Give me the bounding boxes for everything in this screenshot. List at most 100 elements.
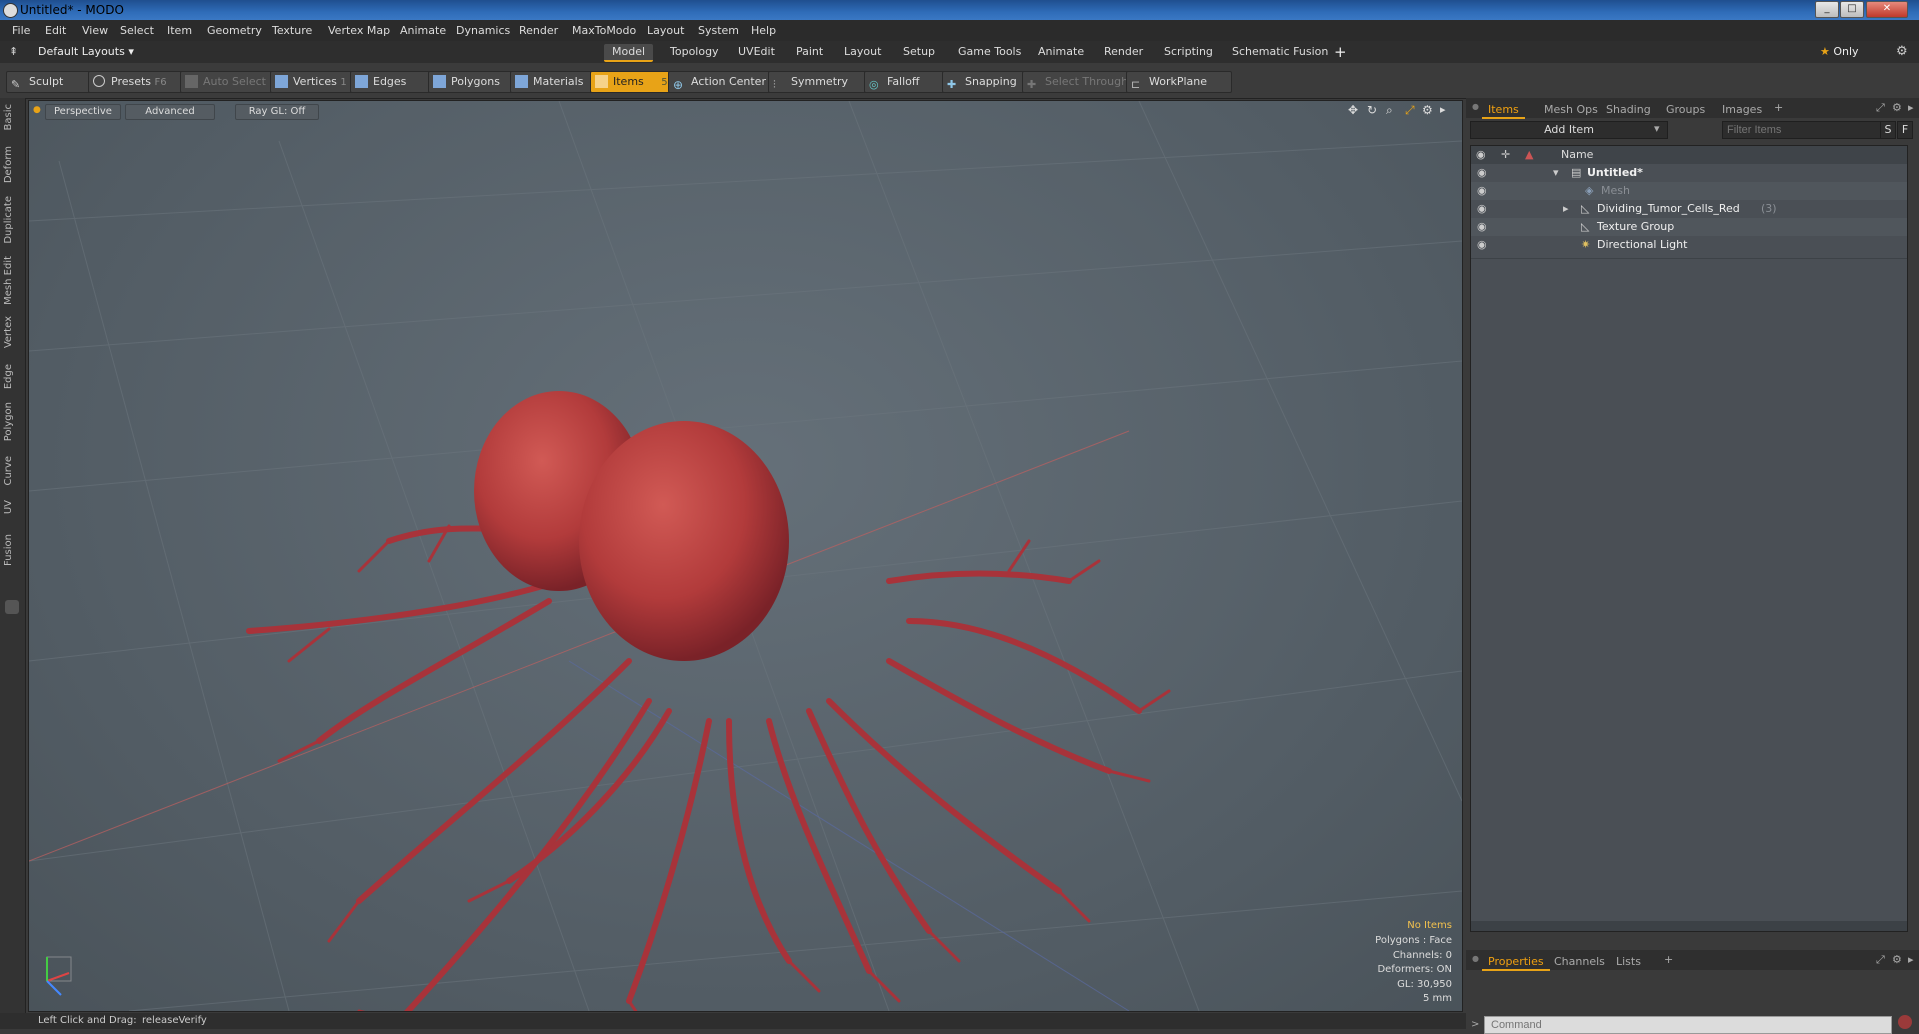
tab-model[interactable]: Model [604, 44, 654, 62]
vtab-vertex[interactable]: Vertex [3, 316, 21, 348]
list-item[interactable]: ◉ ◈ Mesh [1471, 182, 1907, 200]
panel-settings-icon[interactable]: ⚙ [1892, 101, 1902, 114]
filter-items-input[interactable] [1722, 121, 1882, 139]
menu-edit[interactable]: Edit [45, 24, 66, 37]
eye-icon[interactable]: ◉ [1477, 221, 1489, 233]
workplane-button[interactable]: ⊏ WorkPlane [1126, 71, 1232, 93]
maximize-button[interactable]: □ [1840, 1, 1864, 18]
vtab-uv[interactable]: UV [3, 500, 21, 514]
menu-file[interactable]: File [12, 24, 30, 37]
menu-geometry[interactable]: Geometry [207, 24, 262, 37]
toggle-panel-button[interactable] [5, 600, 19, 614]
vtab-duplicate[interactable]: Duplicate [3, 196, 21, 244]
menu-dynamics[interactable]: Dynamics [456, 24, 510, 37]
add-tab-button[interactable]: + [1334, 43, 1347, 61]
panel-arrow-icon[interactable]: ▸ [1908, 953, 1914, 966]
panel-menu-icon[interactable]: ● [1472, 954, 1479, 963]
tab-shading[interactable]: Shading [1600, 102, 1657, 117]
minimize-button[interactable]: _ [1815, 1, 1839, 18]
eye-icon[interactable]: ◉ [1477, 167, 1489, 179]
expand-arrow-icon[interactable]: ▾ [1553, 164, 1559, 182]
tab-lists[interactable]: Lists [1610, 954, 1647, 969]
viewport-settings-icon[interactable]: ⚙ [1422, 103, 1433, 117]
eye-icon[interactable]: ◉ [1477, 239, 1489, 251]
panel-settings-icon[interactable]: ⚙ [1892, 953, 1902, 966]
pan-icon[interactable]: ✥ [1348, 103, 1358, 117]
list-item[interactable]: ◉ ✷ Directional Light [1471, 236, 1907, 254]
tab-animate[interactable]: Animate [1030, 44, 1092, 60]
expand-panel-icon[interactable]: ⤢ [1876, 101, 1885, 115]
tab-uvedit[interactable]: UVEdit [730, 44, 783, 60]
visibility-column-icon[interactable]: ◉ [1476, 146, 1486, 164]
eye-icon[interactable]: ◉ [1477, 203, 1489, 215]
vtab-fusion[interactable]: Fusion [3, 534, 21, 566]
vtab-edge[interactable]: Edge [3, 364, 21, 389]
tab-schematic-fusion[interactable]: Schematic Fusion [1224, 44, 1336, 60]
tab-paint[interactable]: Paint [788, 44, 831, 60]
layout-toggle-icon[interactable]: ⇞ [9, 45, 18, 58]
add-item-dropdown[interactable]: Add Item [1470, 121, 1668, 139]
panel-arrow-icon[interactable]: ▸ [1908, 101, 1914, 114]
list-item[interactable]: ◉ ▸ ◺ Dividing_Tumor_Cells_Red (3) [1471, 200, 1907, 218]
vtab-curve[interactable]: Curve [3, 456, 21, 486]
filter-f-button[interactable]: F [1897, 121, 1913, 139]
fit-icon[interactable]: ⤢ [1405, 103, 1415, 118]
layout-dropdown[interactable]: Default Layouts ▾ [38, 45, 134, 58]
vtab-mesh-edit[interactable]: Mesh Edit [3, 256, 21, 305]
items-button[interactable]: Items 5 [590, 71, 680, 93]
expand-panel-icon[interactable]: ⤢ [1876, 953, 1885, 967]
eye-icon[interactable]: ◉ [1477, 185, 1489, 197]
menu-system[interactable]: System [698, 24, 739, 37]
vtab-basic[interactable]: Basic [3, 104, 21, 130]
rotate-icon[interactable]: ↻ [1367, 103, 1377, 117]
list-item[interactable]: ◉ ◺ Texture Group [1471, 218, 1907, 236]
menu-item[interactable]: Item [167, 24, 192, 37]
only-toggle[interactable]: ★ Only [1820, 45, 1859, 58]
tab-render[interactable]: Render [1096, 44, 1151, 60]
sculpt-button[interactable]: ✎ Sculpt [6, 71, 94, 93]
horizontal-scrollbar[interactable] [1471, 921, 1907, 931]
view-type-button[interactable]: Perspective [45, 104, 121, 120]
vtab-polygon[interactable]: Polygon [3, 402, 21, 441]
symmetry-button[interactable]: ⫶ Symmetry [768, 71, 878, 93]
menu-maxtomodo[interactable]: MaxToModo [572, 24, 636, 37]
zoom-icon[interactable]: ⌕ [1386, 103, 1393, 118]
filter-s-button[interactable]: S [1880, 121, 1896, 139]
add-panel-tab-button[interactable]: + [1664, 953, 1673, 966]
menu-animate[interactable]: Animate [400, 24, 446, 37]
tab-mesh-ops[interactable]: Mesh Ops [1538, 102, 1604, 117]
raygl-button[interactable]: Ray GL: Off [235, 104, 319, 120]
menu-texture[interactable]: Texture [272, 24, 312, 37]
record-icon[interactable] [1898, 1015, 1912, 1029]
tab-game-tools[interactable]: Game Tools [950, 44, 1029, 60]
tab-groups[interactable]: Groups [1660, 102, 1711, 117]
command-input[interactable] [1484, 1016, 1892, 1034]
presets-button[interactable]: Presets F6 [88, 71, 194, 93]
tab-setup[interactable]: Setup [895, 44, 943, 60]
viewport-menu-icon[interactable]: ● [33, 105, 41, 115]
tab-layout[interactable]: Layout [836, 44, 889, 60]
render-column-icon[interactable]: ▲ [1525, 146, 1533, 164]
tab-channels[interactable]: Channels [1548, 954, 1611, 969]
tab-topology[interactable]: Topology [662, 44, 727, 60]
menu-render[interactable]: Render [519, 24, 558, 37]
menu-select[interactable]: Select [120, 24, 154, 37]
menu-layout[interactable]: Layout [647, 24, 684, 37]
panel-menu-icon[interactable]: ● [1472, 102, 1479, 111]
tab-items[interactable]: Items [1482, 102, 1525, 119]
action-center-button[interactable]: ⊕ Action Center [668, 71, 784, 93]
expand-arrow-icon[interactable]: ▸ [1563, 200, 1569, 218]
shading-mode-button[interactable]: Advanced [125, 104, 215, 120]
viewport-expand-icon[interactable]: ▸ [1440, 103, 1446, 116]
tab-scripting[interactable]: Scripting [1156, 44, 1221, 60]
menu-vertex-map[interactable]: Vertex Map [328, 24, 390, 37]
vtab-deform[interactable]: Deform [3, 146, 21, 183]
name-column-header[interactable]: Name [1561, 146, 1593, 164]
lock-column-icon[interactable]: ✛ [1501, 146, 1510, 164]
menu-help[interactable]: Help [751, 24, 776, 37]
3d-viewport[interactable]: ● Perspective Advanced Ray GL: Off ✥ ↻ ⌕… [28, 100, 1463, 1012]
close-button[interactable]: ✕ [1866, 1, 1908, 18]
add-panel-tab-button[interactable]: + [1774, 101, 1783, 114]
list-item[interactable]: ◉ ▾ ▤ Untitled* [1471, 164, 1907, 182]
tab-properties[interactable]: Properties [1482, 954, 1550, 971]
